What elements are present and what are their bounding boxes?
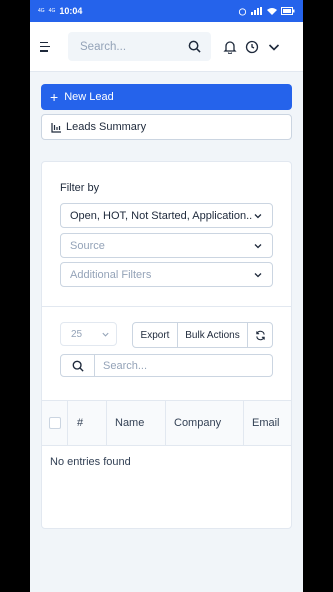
select-all-column [42,401,68,445]
app-screen: 4G 4G 10:04 Search... + New Lead Leads S… [30,0,303,592]
table-header: # Name Company Email [42,400,291,446]
leads-card: Filter by Open, HOT, Not Started, Applic… [41,161,292,529]
network-indicator-2: 4G [48,7,56,14]
additional-filters-select[interactable]: Additional Filters [60,262,273,287]
wifi-icon [267,8,277,15]
chevron-down-icon[interactable] [267,40,281,54]
status-bar: 4G 4G 10:04 [30,0,303,22]
global-search-input[interactable]: Search... [68,32,211,61]
bulk-actions-button[interactable]: Bulk Actions [178,323,248,347]
empty-state-message: No entries found [50,456,131,468]
divider [42,306,291,307]
column-header-number[interactable]: # [68,401,107,445]
search-icon [72,360,84,372]
network-indicator-1: 4G [38,7,45,14]
battery-icon [281,7,295,15]
per-page-select[interactable]: 25 [60,322,117,346]
plus-icon: + [50,89,59,105]
table-search-button[interactable] [60,354,95,377]
chevron-down-icon [254,213,262,218]
chevron-down-icon [254,272,262,277]
signal-icon [251,7,262,15]
select-all-checkbox[interactable] [48,417,61,429]
chevron-down-icon [102,332,109,337]
menu-icon[interactable] [40,40,56,54]
new-lead-button[interactable]: + New Lead [41,84,292,110]
column-header-name[interactable]: Name [107,401,166,445]
export-button[interactable]: Export [133,323,178,347]
column-header-company[interactable]: Company [166,401,244,445]
search-icon [188,40,201,53]
refresh-button[interactable] [248,323,272,347]
status-filter-select[interactable]: Open, HOT, Not Started, Application... [60,203,273,228]
table-search-input[interactable]: Search... [95,354,273,377]
filter-by-label: Filter by [60,182,100,194]
alarm-icon [238,7,247,16]
source-filter-select[interactable]: Source [60,233,273,258]
refresh-icon [255,330,265,340]
column-header-email[interactable]: Email [244,401,291,445]
chart-icon [51,122,62,133]
clock-icon[interactable] [245,40,259,54]
table-actions-group: Export Bulk Actions [132,322,273,348]
chevron-down-icon [254,243,262,248]
leads-summary-button[interactable]: Leads Summary [41,114,292,140]
table-search: Search... [60,354,273,377]
clock: 10:04 [59,6,83,16]
top-bar: Search... [30,22,303,72]
bell-icon[interactable] [223,40,237,54]
